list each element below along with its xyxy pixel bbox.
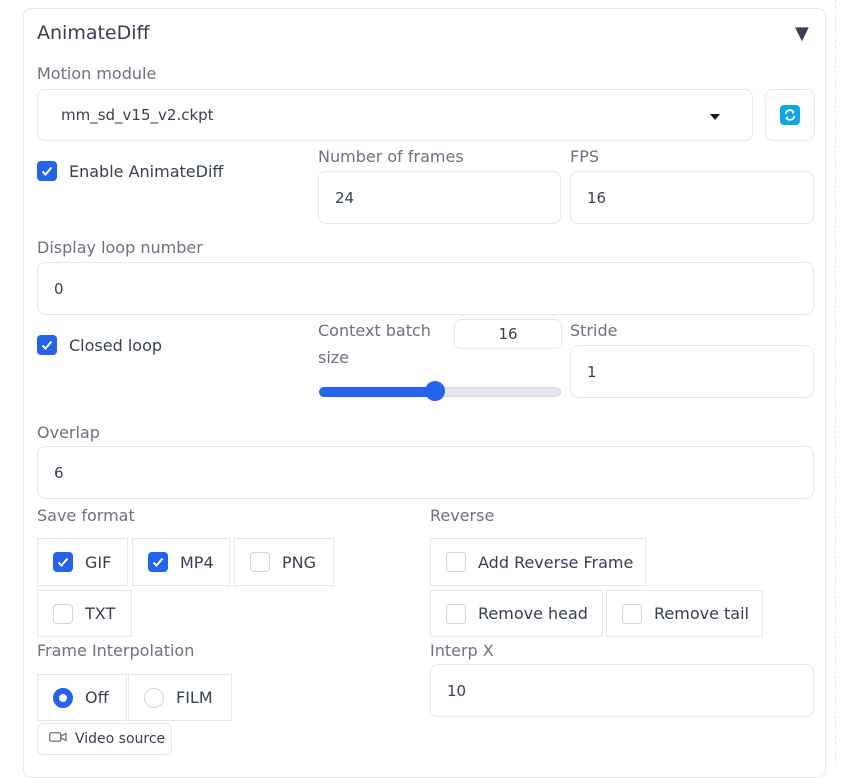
check-icon <box>37 335 57 355</box>
closed-loop-checkbox[interactable]: Closed loop <box>37 335 162 355</box>
video-source-label: Video source <box>75 731 166 747</box>
png-label: PNG <box>282 552 317 572</box>
frame-interpolation-label: Frame Interpolation <box>37 641 195 660</box>
enable-animatediff-checkbox[interactable]: Enable AnimateDiff <box>37 161 223 181</box>
video-camera-icon <box>49 731 67 747</box>
motion-module-label: Motion module <box>37 64 157 83</box>
stride-label: Stride <box>570 321 618 340</box>
remove-tail-checkbox[interactable]: Remove tail <box>606 590 763 637</box>
mp4-label: MP4 <box>180 552 214 572</box>
interp-off-label: Off <box>85 688 109 707</box>
loop-input[interactable]: 0 <box>37 262 814 315</box>
save-format-png-checkbox[interactable]: PNG <box>234 538 334 586</box>
interp-off-radio[interactable]: Off <box>37 674 127 721</box>
fps-label: FPS <box>570 147 600 166</box>
panel-divider <box>835 0 836 764</box>
save-format-label: Save format <box>37 506 135 525</box>
check-icon <box>37 161 57 181</box>
interp-x-value: 10 <box>447 681 467 700</box>
context-batch-slider-fill <box>319 387 436 397</box>
frames-value: 24 <box>335 188 355 207</box>
collapse-triangle-icon[interactable]: ▼ <box>795 25 809 43</box>
remove-tail-label: Remove tail <box>654 604 749 623</box>
save-format-txt-checkbox[interactable]: TXT <box>37 590 132 637</box>
stride-value: 1 <box>587 362 597 381</box>
motion-module-dropdown[interactable]: mm_sd_v15_v2.ckpt <box>37 89 753 141</box>
frames-label: Number of frames <box>318 147 464 166</box>
gif-label: GIF <box>85 552 112 572</box>
context-batch-number-input[interactable]: 16 <box>454 319 562 349</box>
panel-title[interactable]: AnimateDiff <box>37 22 150 44</box>
chevron-down-icon <box>710 114 720 120</box>
check-icon <box>53 552 73 572</box>
interp-x-input[interactable]: 10 <box>430 664 814 717</box>
context-batch-label-line2: size <box>318 348 350 367</box>
loop-label: Display loop number <box>37 238 203 257</box>
check-icon <box>148 552 168 572</box>
txt-label: TXT <box>85 604 116 623</box>
checkbox-empty-icon <box>53 603 73 624</box>
animatediff-panel: AnimateDiff ▼ Motion module mm_sd_v15_v2… <box>23 8 826 778</box>
refresh-button[interactable] <box>765 89 815 141</box>
overlap-label: Overlap <box>37 423 100 442</box>
reverse-label: Reverse <box>430 506 495 525</box>
remove-head-checkbox[interactable]: Remove head <box>430 590 603 637</box>
closed-loop-label: Closed loop <box>69 335 163 355</box>
add-reverse-frame-checkbox[interactable]: Add Reverse Frame <box>430 538 646 586</box>
checkbox-empty-icon <box>250 552 270 572</box>
refresh-icon <box>780 105 800 125</box>
interp-x-label: Interp X <box>430 641 494 660</box>
video-source-button[interactable]: Video source <box>37 723 172 755</box>
enable-animatediff-label: Enable AnimateDiff <box>69 161 224 181</box>
remove-head-label: Remove head <box>478 604 588 623</box>
radio-empty-icon <box>144 687 164 708</box>
checkbox-empty-icon <box>622 603 642 624</box>
context-batch-slider-thumb[interactable] <box>425 381 446 401</box>
loop-value: 0 <box>54 279 64 298</box>
checkbox-empty-icon <box>446 552 466 572</box>
fps-input[interactable]: 16 <box>570 171 814 224</box>
frames-input[interactable]: 24 <box>318 171 561 224</box>
checkbox-empty-icon <box>446 603 466 624</box>
save-format-gif-checkbox[interactable]: GIF <box>37 538 128 586</box>
context-batch-value: 16 <box>498 325 518 343</box>
fps-value: 16 <box>587 188 607 207</box>
interp-film-label: FILM <box>176 688 213 707</box>
motion-module-value: mm_sd_v15_v2.ckpt <box>61 106 214 124</box>
interp-film-radio[interactable]: FILM <box>128 674 232 721</box>
context-batch-label-line1: Context batch <box>318 321 431 340</box>
stride-input[interactable]: 1 <box>570 345 814 398</box>
save-format-mp4-checkbox[interactable]: MP4 <box>132 538 230 586</box>
overlap-value: 6 <box>54 463 64 482</box>
radio-selected-icon <box>53 687 73 708</box>
add-reverse-frame-label: Add Reverse Frame <box>478 552 634 572</box>
overlap-input[interactable]: 6 <box>37 446 814 499</box>
